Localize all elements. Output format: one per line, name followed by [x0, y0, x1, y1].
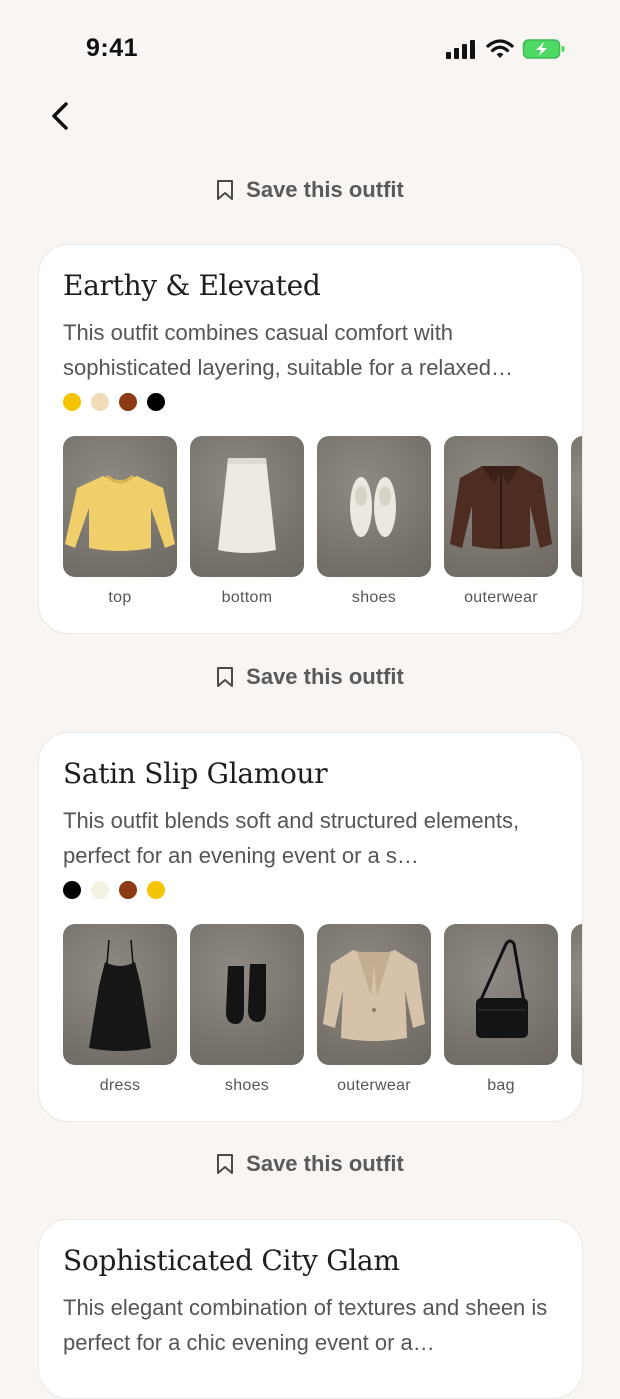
item-label: top	[108, 589, 132, 606]
color-palette	[63, 393, 165, 411]
black-slip-dress-image	[63, 924, 177, 1065]
yellow-sweater-image	[63, 436, 177, 577]
cellular-signal-icon	[446, 40, 475, 59]
item-label: bag	[487, 1077, 515, 1094]
outfit-item-shoes[interactable]: shoes	[317, 436, 431, 607]
black-ankle-boots-image	[190, 924, 304, 1065]
outfit-item-bottom[interactable]: bottom	[190, 436, 304, 607]
beige-blazer-image	[317, 924, 431, 1065]
color-swatch	[147, 393, 165, 411]
item-label: dress	[99, 1077, 141, 1094]
status-icons	[446, 38, 566, 60]
save-outfit-label: Save this outfit	[246, 1151, 404, 1176]
item-thumbnail-image	[571, 436, 582, 577]
outfit-item-outerwear[interactable]: outerwear	[444, 436, 558, 607]
battery-charging-icon	[522, 39, 565, 59]
color-palette	[63, 881, 165, 899]
color-swatch	[91, 393, 109, 411]
outfit-item-dress[interactable]: dress	[63, 924, 177, 1095]
color-swatch	[91, 881, 109, 899]
outfit-item-more[interactable]	[571, 924, 582, 1095]
item-label: outerwear	[464, 589, 538, 606]
item-label: bottom	[221, 589, 273, 606]
outfit-item-bag[interactable]: bag	[444, 924, 558, 1095]
outfit-item-shoes[interactable]: shoes	[190, 924, 304, 1095]
bookmark-icon	[217, 667, 234, 687]
outfit-items: dress shoes outerwear bag	[63, 924, 582, 1095]
wifi-icon	[486, 39, 514, 58]
white-sneakers-image	[317, 436, 431, 577]
outfit-title: Earthy & Elevated	[63, 269, 321, 302]
outfit-description: This elegant combination of textures and…	[63, 1295, 548, 1355]
outfit-description: This outfit blends soft and structured e…	[63, 808, 520, 868]
outfit-card[interactable]: Sophisticated City Glam This elegant com…	[38, 1219, 583, 1399]
item-thumbnail-image	[571, 924, 582, 1065]
outfit-item-outerwear[interactable]: outerwear	[317, 924, 431, 1095]
status-bar: 9:41	[0, 0, 620, 100]
item-label: shoes	[224, 1077, 270, 1094]
bookmark-icon	[217, 180, 234, 200]
save-outfit-button[interactable]: Save this outfit	[0, 1144, 620, 1184]
white-skirt-image	[190, 436, 304, 577]
status-time: 9:41	[86, 34, 139, 62]
brown-leather-jacket-image	[444, 436, 558, 577]
black-crossbody-bag-image	[444, 924, 558, 1065]
outfit-card[interactable]: Earthy & Elevated This outfit combines c…	[38, 244, 583, 634]
color-swatch	[119, 881, 137, 899]
back-button[interactable]	[40, 96, 80, 136]
bookmark-icon	[217, 1154, 234, 1174]
outfit-title: Satin Slip Glamour	[63, 757, 328, 790]
item-label: shoes	[351, 589, 397, 606]
save-outfit-button[interactable]: Save this outfit	[0, 657, 620, 697]
outfit-title: Sophisticated City Glam	[63, 1244, 400, 1277]
save-outfit-button[interactable]: Save this outfit	[0, 170, 620, 210]
outfit-items: top bottom shoes outerwear	[63, 436, 582, 607]
chevron-left-icon	[52, 102, 68, 130]
save-outfit-label: Save this outfit	[246, 177, 404, 202]
color-swatch	[147, 881, 165, 899]
color-swatch	[63, 881, 81, 899]
outfit-card[interactable]: Satin Slip Glamour This outfit blends so…	[38, 732, 583, 1122]
outfit-item-more[interactable]	[571, 436, 582, 607]
item-label: outerwear	[337, 1077, 411, 1094]
color-swatch	[63, 393, 81, 411]
color-swatch	[119, 393, 137, 411]
save-outfit-label: Save this outfit	[246, 664, 404, 689]
outfit-description: This outfit combines casual comfort with…	[63, 320, 514, 380]
outfit-item-top[interactable]: top	[63, 436, 177, 607]
